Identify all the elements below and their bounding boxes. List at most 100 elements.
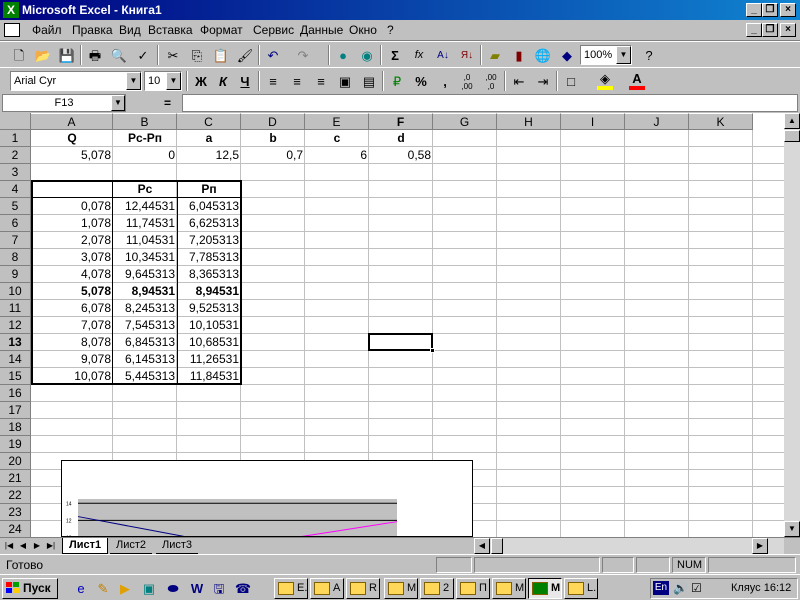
row-header[interactable]: 14 xyxy=(0,351,31,368)
row-header[interactable]: 13 xyxy=(0,334,31,351)
increase-decimal-button[interactable]: ,0 ,00 xyxy=(456,71,478,92)
table-icon[interactable]: ▤ xyxy=(358,71,380,92)
open-icon[interactable]: 📂 xyxy=(32,45,54,66)
cell[interactable]: 4,078 xyxy=(31,266,113,283)
row-header[interactable]: 3 xyxy=(0,164,31,181)
cell[interactable]: d xyxy=(369,130,433,147)
web-icon[interactable]: ● xyxy=(332,45,354,66)
web-toolbar-icon[interactable]: ◉ xyxy=(356,45,378,66)
task-button-explorer[interactable]: E. xyxy=(274,578,308,599)
undo-icon[interactable]: ↶ xyxy=(262,45,284,66)
selected-cell[interactable] xyxy=(368,333,433,351)
cell[interactable]: 8,94531 xyxy=(113,283,177,300)
sort-asc-icon[interactable]: A↓ xyxy=(432,45,454,66)
scroll-right-icon[interactable]: ▶ xyxy=(752,538,768,554)
task-button-r[interactable]: R xyxy=(346,578,380,599)
cell[interactable]: 6,145313 xyxy=(113,351,177,368)
row-header[interactable]: 20 xyxy=(0,453,31,470)
cell[interactable]: 10,10531 xyxy=(177,317,241,334)
align-center-icon[interactable]: ≡ xyxy=(286,71,308,92)
format-painter-icon[interactable]: 🖌 xyxy=(234,45,256,66)
row-header[interactable]: 22 xyxy=(0,487,31,504)
chevron-down-icon[interactable]: ▼ xyxy=(126,72,141,90)
fax-icon[interactable]: ☎ xyxy=(234,580,252,598)
drawing-toolbar-icon[interactable]: ◆ xyxy=(556,45,578,66)
scroll-up-icon[interactable]: ▲ xyxy=(784,113,800,129)
row-header[interactable]: 24 xyxy=(0,521,31,537)
row-header[interactable]: 2 xyxy=(0,147,31,164)
row-header[interactable]: 10 xyxy=(0,283,31,300)
row-header[interactable]: 16 xyxy=(0,385,31,402)
menu-tools[interactable]: Сервис xyxy=(253,23,294,37)
task-button-excel[interactable]: M xyxy=(528,578,562,599)
cell[interactable]: 7,785313 xyxy=(177,249,241,266)
tab-sheet2[interactable]: Лист2 xyxy=(110,538,153,554)
vertical-scrollbar[interactable]: ▲ ▼ xyxy=(784,113,800,537)
cell[interactable]: 11,74531 xyxy=(113,215,177,232)
menu-format[interactable]: Формат xyxy=(200,23,243,37)
cell[interactable]: 6,845313 xyxy=(113,334,177,351)
column-header[interactable]: I xyxy=(561,113,625,130)
row-header[interactable]: 5 xyxy=(0,198,31,215)
row-header[interactable]: 8 xyxy=(0,249,31,266)
increase-indent-icon[interactable]: ⇥ xyxy=(532,71,554,92)
row-header[interactable]: 17 xyxy=(0,402,31,419)
task-button-word[interactable]: M xyxy=(492,578,526,599)
cell[interactable]: 5,445313 xyxy=(113,368,177,385)
cell[interactable]: 0,7 xyxy=(241,147,305,164)
menu-edit[interactable]: Правка xyxy=(72,23,113,37)
align-left-icon[interactable]: ≡ xyxy=(262,71,284,92)
disk-icon[interactable]: ⬬ xyxy=(164,580,182,598)
column-header[interactable]: A xyxy=(31,113,113,130)
cell[interactable]: 10,68531 xyxy=(177,334,241,351)
copy-icon[interactable]: ⎘ xyxy=(186,45,208,66)
task-button-p[interactable]: П xyxy=(456,578,490,599)
fill-color-icon[interactable]: ◈ xyxy=(594,71,616,92)
excel-x-icon[interactable]: X xyxy=(3,2,19,18)
cell[interactable]: 2,078 xyxy=(31,232,113,249)
cell[interactable]: 6,625313 xyxy=(177,215,241,232)
first-sheet-icon[interactable]: |◀ xyxy=(2,539,16,553)
cell[interactable]: Q xyxy=(31,130,113,147)
menu-help[interactable]: ? xyxy=(387,23,394,37)
cell[interactable]: 5,078 xyxy=(31,283,113,300)
new-icon[interactable]: 🗋 xyxy=(8,45,30,66)
map-icon[interactable]: 🌐 xyxy=(532,45,554,66)
column-header[interactable]: K xyxy=(689,113,753,130)
cell[interactable]: a xyxy=(177,130,241,147)
decrease-decimal-button[interactable]: ,00 ,0 xyxy=(480,71,502,92)
cell[interactable]: 9,525313 xyxy=(177,300,241,317)
volume-icon[interactable]: 🔊 xyxy=(673,581,688,595)
cell[interactable]: 6 xyxy=(305,147,369,164)
document-icon[interactable] xyxy=(4,23,20,37)
cell[interactable]: 6,045313 xyxy=(177,198,241,215)
row-header[interactable]: 12 xyxy=(0,317,31,334)
column-header[interactable]: J xyxy=(625,113,689,130)
row-header[interactable]: 21 xyxy=(0,470,31,487)
cell[interactable]: c xyxy=(305,130,369,147)
cell[interactable]: Рс xyxy=(113,181,177,198)
cell[interactable]: 1,078 xyxy=(31,215,113,232)
cell[interactable]: 8,078 xyxy=(31,334,113,351)
sort-desc-icon[interactable]: Я↓ xyxy=(456,45,478,66)
chevron-down-icon[interactable]: ▼ xyxy=(111,95,125,111)
align-right-icon[interactable]: ≡ xyxy=(310,71,332,92)
cell[interactable]: 0 xyxy=(113,147,177,164)
task-button-l[interactable]: L. xyxy=(564,578,598,599)
pen-icon[interactable]: ✎ xyxy=(94,580,112,598)
cell[interactable]: Рп xyxy=(177,181,241,198)
row-header[interactable]: 7 xyxy=(0,232,31,249)
minimize-icon[interactable]: _ xyxy=(746,3,762,17)
last-sheet-icon[interactable]: ▶| xyxy=(44,539,58,553)
column-header[interactable]: F xyxy=(369,113,433,130)
doc-restore-icon[interactable]: ❐ xyxy=(762,23,778,37)
cell[interactable]: 3,078 xyxy=(31,249,113,266)
chart-wizard-icon[interactable]: ▮ xyxy=(508,45,530,66)
fill-handle[interactable] xyxy=(430,348,435,353)
cell[interactable]: b xyxy=(241,130,305,147)
borders-icon[interactable]: □ xyxy=(560,71,582,92)
italic-button[interactable]: К xyxy=(212,71,234,92)
cell[interactable]: 8,94531 xyxy=(177,283,241,300)
cell[interactable]: 11,04531 xyxy=(113,232,177,249)
cell[interactable]: 10,34531 xyxy=(113,249,177,266)
